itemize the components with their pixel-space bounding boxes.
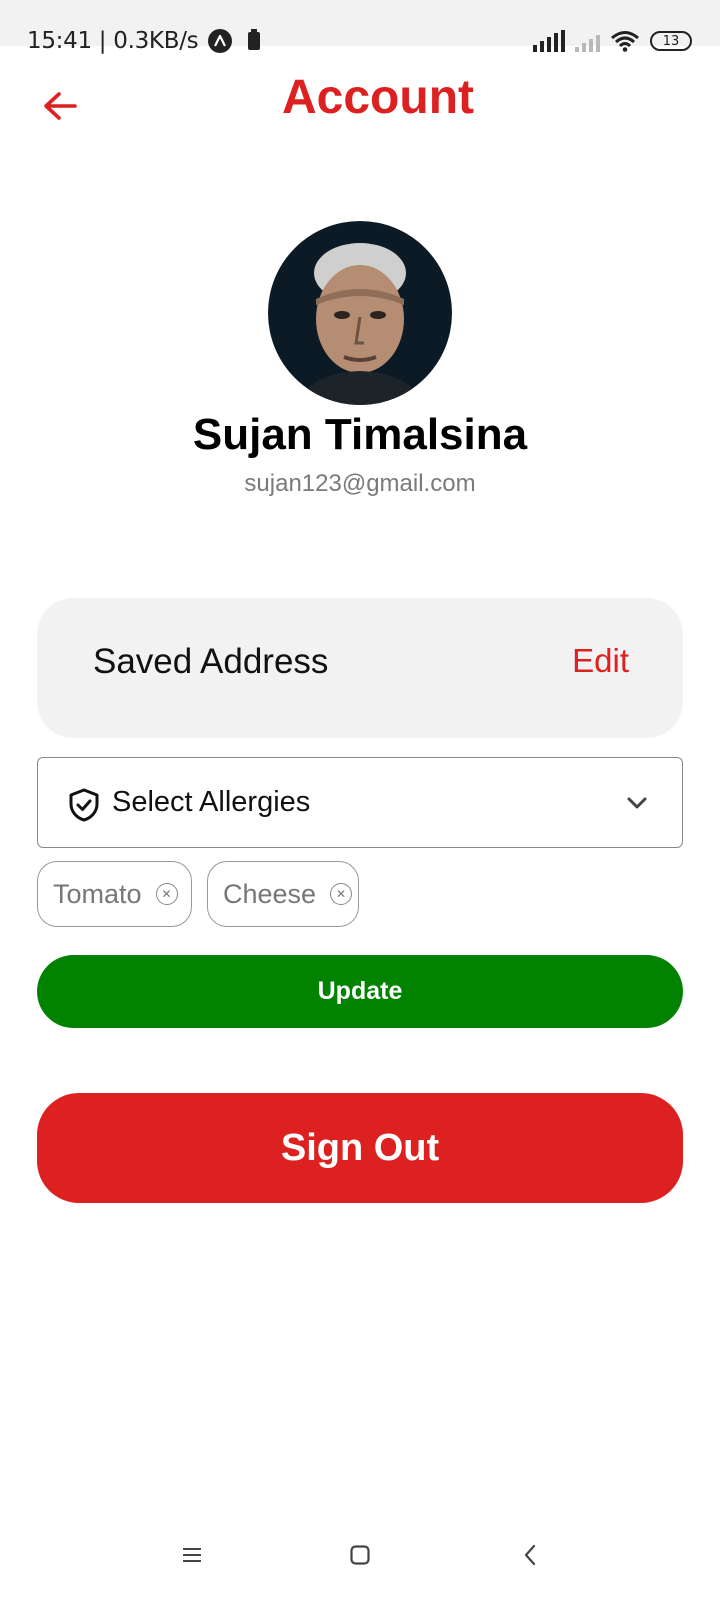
wifi-icon [611,31,639,52]
allergies-select-label: Select Allergies [112,786,311,818]
avatar [268,221,452,405]
allergy-chip-tomato[interactable]: Tomato ✕ [37,861,192,927]
chevron-down-icon [627,797,647,809]
nav-home-button[interactable] [330,1530,390,1580]
system-nav-bar [0,1520,720,1600]
allergies-select[interactable]: Select Allergies [37,757,683,848]
home-square-icon [350,1545,370,1565]
menu-icon [183,1548,201,1562]
page-title: Account [282,71,474,124]
status-left: 15:41 | 0.3KB/s [27,28,261,54]
allergy-chip-cheese[interactable]: Cheese ✕ [207,861,359,927]
battery-saver-icon [248,29,261,50]
shield-check-icon [69,788,99,822]
chip-label: Cheese [223,878,317,909]
app-notification-icon [208,29,233,53]
status-bar: 15:41 | 0.3KB/s 13 [0,0,720,54]
nav-back-button[interactable] [500,1530,560,1580]
nav-menu-button[interactable] [162,1530,222,1580]
signal-no-service-icon [575,30,600,52]
chip-label: Tomato [53,878,142,909]
chevron-left-icon [524,1544,536,1566]
user-email: sujan123@gmail.com [244,470,476,497]
saved-address-card: Saved Address Edit [37,598,683,738]
battery-icon: 13 [650,31,692,51]
remove-chip-icon[interactable]: ✕ [330,883,353,905]
signal-icon [533,30,565,52]
status-right: 13 [533,30,692,52]
edit-address-button[interactable]: Edit [572,642,629,680]
status-time-speed: 15:41 | 0.3KB/s [27,28,199,54]
remove-chip-icon[interactable]: ✕ [155,883,178,905]
sign-out-button[interactable]: Sign Out [37,1093,683,1203]
update-button[interactable]: Update [37,955,683,1028]
saved-address-label: Saved Address [93,642,329,681]
user-name: Sujan Timalsina [192,410,528,459]
